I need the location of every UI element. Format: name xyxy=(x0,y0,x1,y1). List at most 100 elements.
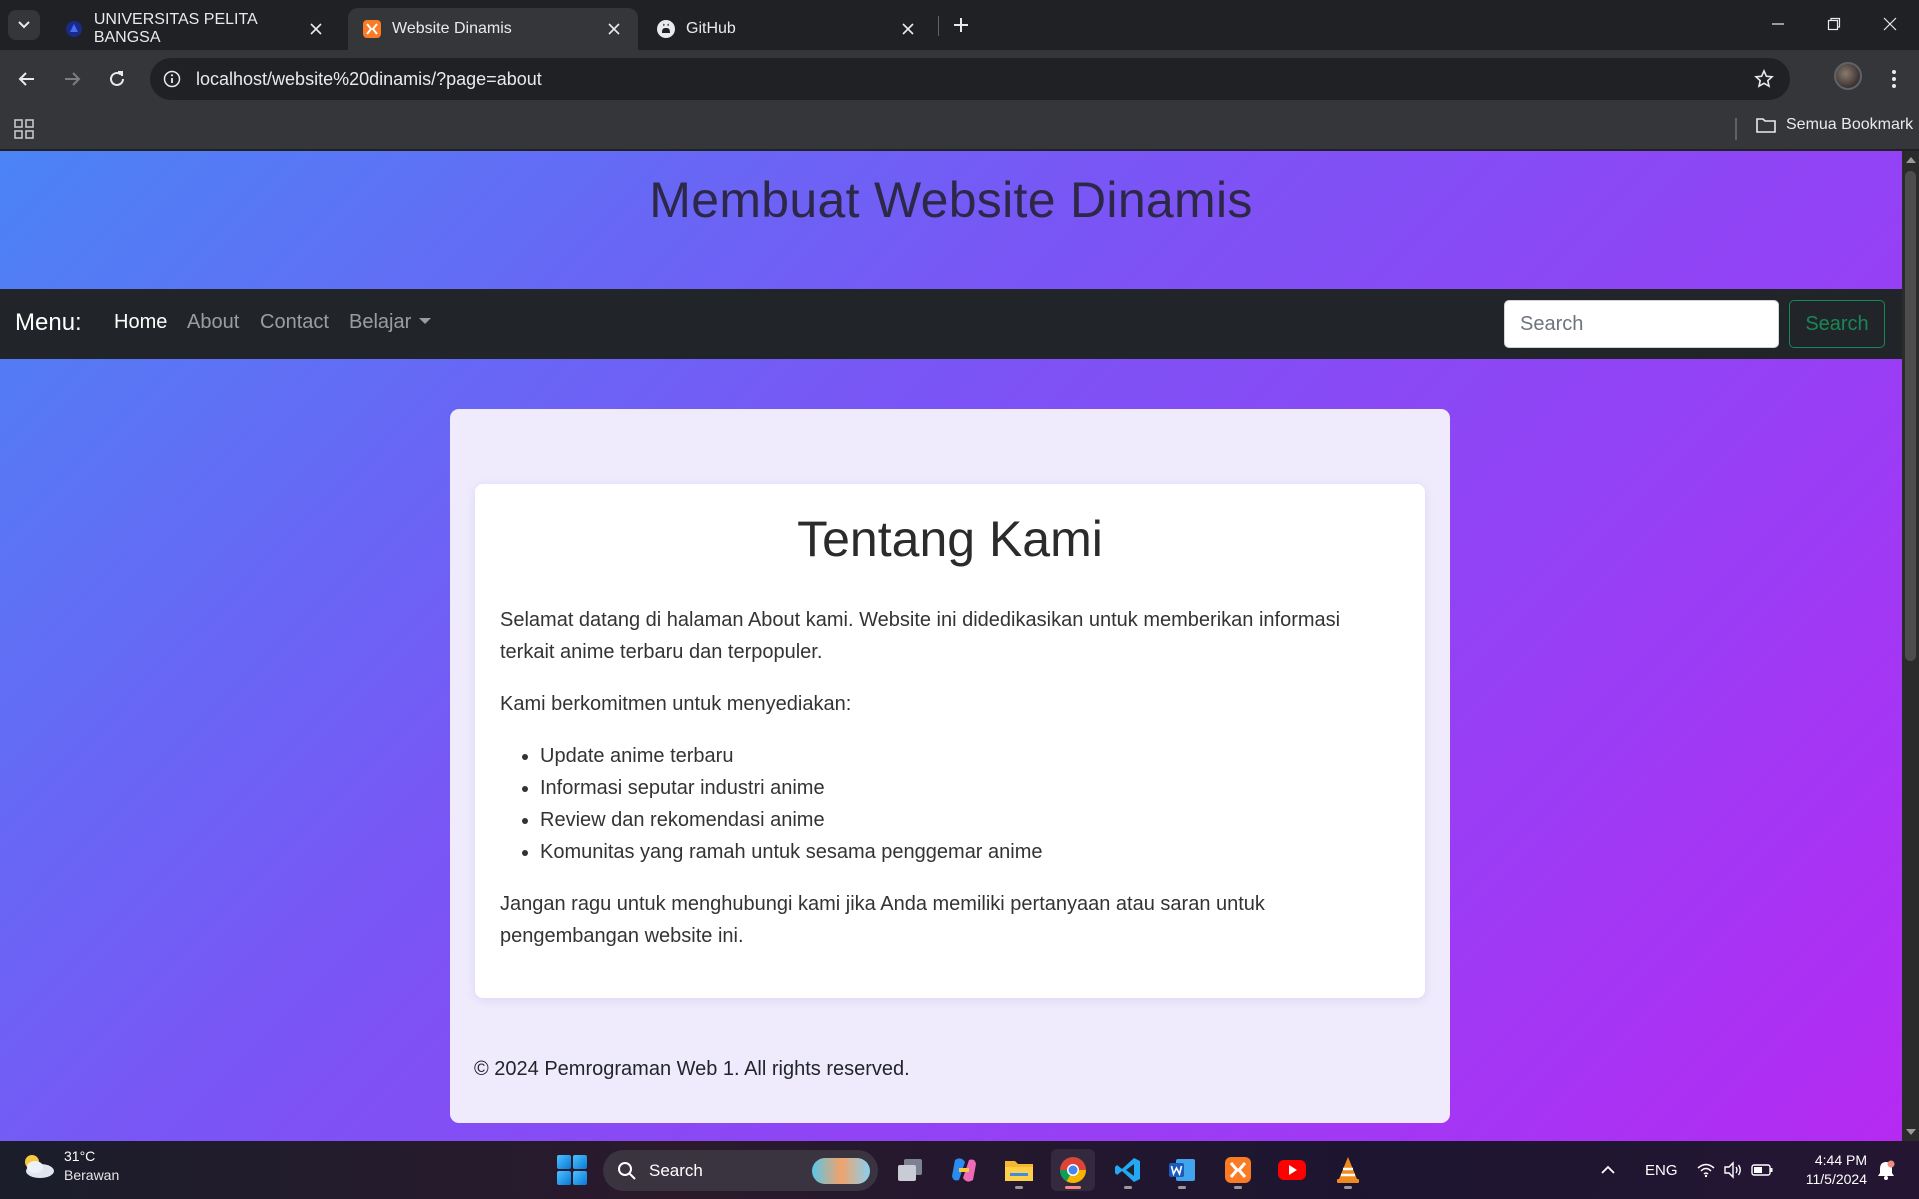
nav-link-contact[interactable]: Contact xyxy=(260,311,329,334)
tab-website-dinamis[interactable]: Website Dinamis xyxy=(348,8,638,50)
reload-icon xyxy=(110,71,124,86)
bookmarks-bar: Semua Bookmark xyxy=(0,108,1919,150)
search-input[interactable] xyxy=(1504,300,1779,348)
task-view-icon xyxy=(898,1159,922,1181)
notifications-button[interactable] xyxy=(1877,1141,1895,1199)
search-icon xyxy=(618,1161,636,1180)
weather-widget[interactable]: 31°C Berawan xyxy=(20,1148,119,1183)
clock-date: 11/5/2024 xyxy=(1805,1171,1867,1187)
file-explorer-app[interactable] xyxy=(997,1149,1041,1191)
university-logo-icon xyxy=(64,19,84,39)
vlc-app[interactable] xyxy=(1326,1149,1370,1191)
tab-github[interactable]: GitHub xyxy=(642,8,932,50)
about-commitment: Kami berkomitmen untuk menyediakan: xyxy=(500,693,852,715)
address-bar[interactable]: localhost/website%20dinamis/?page=about xyxy=(150,58,1790,100)
list-item: Komunitas yang ramah untuk sesama pengge… xyxy=(540,836,1400,868)
commitment-list: Update anime terbaru Informasi seputar i… xyxy=(500,740,1400,868)
search-highlight-image xyxy=(812,1158,870,1184)
tab-title: GitHub xyxy=(686,20,736,37)
search-button[interactable]: Search xyxy=(1789,300,1885,348)
content-container: Tentang Kami Selamat datang di halaman A… xyxy=(450,409,1450,1123)
all-bookmarks-label: Semua Bookmark xyxy=(1786,116,1914,133)
xampp-icon xyxy=(362,19,382,39)
profile-avatar[interactable] xyxy=(1834,62,1862,90)
browser-tab-bar: UNIVERSITAS PELITA BANGSA Website Dinami… xyxy=(0,0,1919,50)
hero-header: Membuat Website Dinamis xyxy=(0,151,1902,289)
forward-button[interactable] xyxy=(55,62,89,96)
taskbar-search[interactable]: Search xyxy=(603,1150,878,1191)
running-indicator xyxy=(1234,1186,1242,1189)
quick-settings[interactable] xyxy=(1697,1141,1773,1199)
page-title: Membuat Website Dinamis xyxy=(649,172,1253,228)
all-bookmarks-button[interactable]: Semua Bookmark xyxy=(1756,116,1913,134)
windows-start-icon[interactable] xyxy=(557,1155,587,1185)
word-app[interactable] xyxy=(1160,1149,1204,1191)
tab-title: Website Dinamis xyxy=(392,20,512,37)
page-footer: © 2024 Pemrograman Web 1. All rights res… xyxy=(474,1058,910,1080)
vscode-app[interactable] xyxy=(1106,1149,1150,1191)
minimize-button[interactable] xyxy=(1750,0,1806,48)
xampp-app[interactable] xyxy=(1216,1149,1260,1191)
close-tab-icon[interactable] xyxy=(604,19,624,39)
folder-icon xyxy=(1005,1161,1033,1181)
bookmark-star-icon[interactable] xyxy=(1752,67,1776,91)
tab-title: UNIVERSITAS PELITA BANGSA xyxy=(93,11,257,46)
reload-button[interactable] xyxy=(100,62,134,96)
running-indicator xyxy=(1015,1186,1023,1189)
tab-universitas[interactable]: UNIVERSITAS PELITA BANGSA xyxy=(50,8,340,50)
new-tab-button[interactable] xyxy=(948,12,974,38)
caret-down-icon xyxy=(419,318,432,324)
youtube-app[interactable] xyxy=(1270,1149,1314,1191)
tab-search-button[interactable] xyxy=(8,10,40,40)
system-clock[interactable]: 4:44 PM 11/5/2024 xyxy=(1795,1151,1867,1189)
battery-icon xyxy=(1751,1164,1773,1176)
folder-icon xyxy=(1756,118,1776,133)
copilot-app[interactable] xyxy=(942,1149,986,1191)
back-button[interactable] xyxy=(10,62,44,96)
bell-icon xyxy=(1878,1160,1895,1180)
nav-link-home[interactable]: Home xyxy=(114,311,167,334)
chrome-app[interactable] xyxy=(1051,1149,1095,1191)
vscode-icon xyxy=(1115,1158,1140,1182)
list-item: Update anime terbaru xyxy=(540,740,1400,772)
nav-dropdown-belajar[interactable]: Belajar xyxy=(349,311,432,334)
nav-link-about[interactable]: About xyxy=(187,311,239,334)
running-indicator xyxy=(1124,1186,1132,1189)
youtube-icon xyxy=(1278,1160,1306,1180)
scroll-down-arrow[interactable] xyxy=(1906,1129,1916,1135)
close-tab-icon[interactable] xyxy=(306,19,326,39)
chevron-down-icon xyxy=(18,21,30,29)
weather-temp: 31°C xyxy=(64,1148,96,1164)
close-icon xyxy=(1883,17,1897,31)
more-vertical-icon xyxy=(1892,70,1896,88)
about-heading: Tentang Kami xyxy=(797,511,1103,567)
close-window-button[interactable] xyxy=(1862,0,1918,48)
site-info-icon[interactable] xyxy=(160,67,184,91)
about-closing: Jangan ragu untuk menghubungi kami jika … xyxy=(500,893,1265,947)
vlc-icon xyxy=(1337,1157,1359,1183)
wifi-icon xyxy=(1697,1163,1715,1178)
scrollbar-thumb[interactable] xyxy=(1905,171,1916,661)
restore-button[interactable] xyxy=(1806,0,1862,48)
xampp-icon xyxy=(1225,1157,1251,1183)
restore-icon xyxy=(1827,17,1841,31)
browser-menu-button[interactable] xyxy=(1880,62,1908,96)
word-icon xyxy=(1169,1159,1195,1181)
minimize-icon xyxy=(1772,23,1784,25)
running-indicator xyxy=(1178,1186,1186,1189)
nav-dropdown-label: Belajar xyxy=(349,311,412,333)
chrome-icon xyxy=(1059,1157,1087,1184)
arrow-left-icon xyxy=(18,72,34,86)
apps-grid-icon[interactable] xyxy=(13,118,35,140)
page-scrollbar[interactable] xyxy=(1902,151,1919,1141)
scroll-up-arrow[interactable] xyxy=(1906,157,1916,163)
close-tab-icon[interactable] xyxy=(898,19,918,39)
clock-time: 4:44 PM xyxy=(1814,1152,1867,1168)
navbar-brand: Menu: xyxy=(15,309,82,336)
tab-separator xyxy=(938,16,939,36)
task-view-button[interactable] xyxy=(888,1149,932,1191)
about-card: Tentang Kami Selamat datang di halaman A… xyxy=(475,484,1425,998)
show-hidden-icons-button[interactable] xyxy=(1600,1141,1616,1199)
github-icon xyxy=(656,19,676,39)
language-indicator[interactable]: ENG xyxy=(1645,1141,1678,1199)
